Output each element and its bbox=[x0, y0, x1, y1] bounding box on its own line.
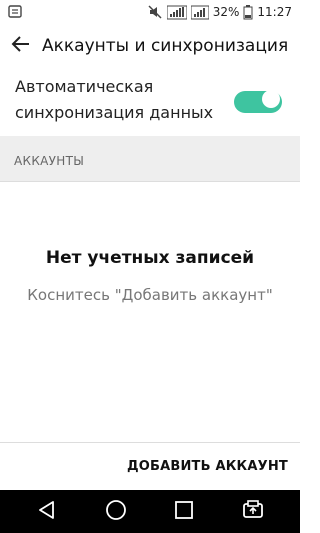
navigation-bar bbox=[0, 490, 300, 533]
clock: 11:27 bbox=[257, 5, 292, 19]
page-title: Аккаунты и синхронизация bbox=[42, 36, 289, 56]
auto-sync-row[interactable]: Автоматическая синхронизация данных bbox=[0, 70, 300, 134]
auto-sync-toggle[interactable] bbox=[234, 88, 284, 116]
recents-icon bbox=[174, 500, 194, 524]
empty-state-title: Нет учетных записей bbox=[45, 248, 255, 268]
add-account-button[interactable]: ДОБАВИТЬ АККАУНТ bbox=[127, 452, 288, 482]
dual-window-icon bbox=[242, 500, 264, 524]
divider bbox=[0, 442, 300, 443]
signal-icon-2 bbox=[190, 4, 209, 20]
auto-sync-label: Автоматическая синхронизация данных bbox=[15, 77, 214, 122]
toggle-thumb bbox=[262, 90, 280, 108]
status-icons: 32% 11:27 bbox=[147, 0, 292, 24]
arrow-left-icon bbox=[11, 35, 31, 57]
nav-dual-window-button[interactable] bbox=[236, 496, 270, 528]
battery-percent: 32% bbox=[212, 5, 240, 19]
notification-box-icon bbox=[8, 4, 22, 23]
accounts-section-header: АККАУНТЫ bbox=[0, 136, 300, 182]
signal-icon bbox=[166, 4, 187, 20]
status-bar: 32% 11:27 bbox=[0, 0, 300, 24]
screen: 32% 11:27 Аккаунты и синхронизация Автом… bbox=[0, 0, 300, 533]
nav-back-button[interactable] bbox=[30, 496, 64, 528]
back-icon bbox=[37, 500, 57, 524]
back-button[interactable] bbox=[6, 32, 36, 60]
battery-icon bbox=[243, 4, 253, 20]
home-icon bbox=[105, 499, 127, 525]
mute-icon bbox=[147, 4, 163, 20]
section-header-label: АККАУНТЫ bbox=[14, 154, 85, 168]
divider bbox=[0, 181, 300, 182]
empty-state-hint: Коснитесь "Добавить аккаунт" bbox=[27, 286, 273, 304]
nav-recents-button[interactable] bbox=[167, 496, 201, 528]
nav-home-button[interactable] bbox=[99, 496, 133, 528]
app-bar: Аккаунты и синхронизация bbox=[0, 24, 300, 68]
